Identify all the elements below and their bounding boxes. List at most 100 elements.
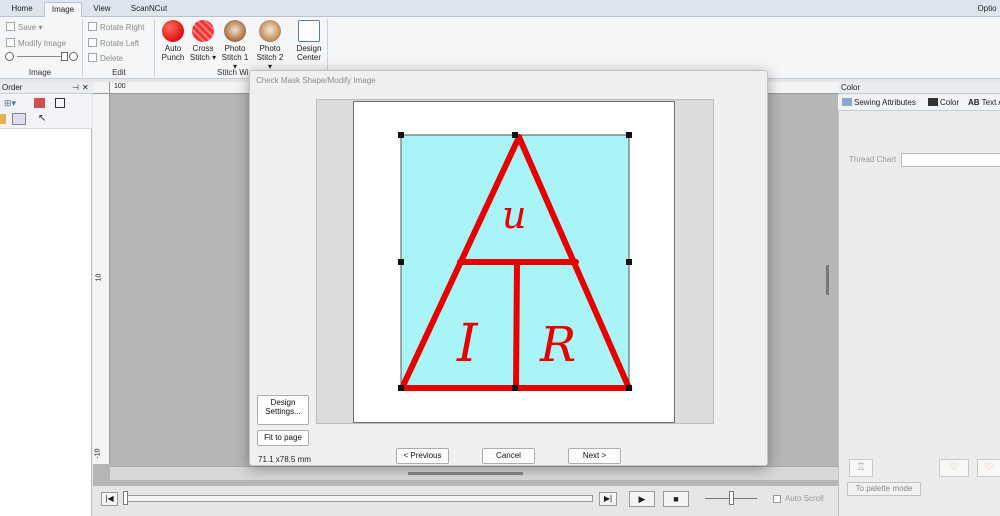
color-tab-icon: [928, 98, 938, 106]
dog-photo-icon: [224, 20, 246, 42]
close-icon[interactable]: ✕: [82, 82, 89, 94]
color-panel-title: Color: [841, 83, 861, 92]
rotate-right-button[interactable]: Rotate Right: [88, 22, 144, 32]
horizontal-scrollbar[interactable]: [110, 466, 838, 480]
to-palette-mode-button[interactable]: To palette mode: [847, 482, 921, 496]
resize-handle-s[interactable]: [512, 385, 518, 391]
cross-stitch-line2: Stitch: [189, 53, 210, 62]
check-mask-shape-dialog: Check Mask Shape/Modify Image u I R Desi…: [249, 70, 768, 466]
tab-color[interactable]: Color: [928, 98, 959, 107]
edit-group-label: Edit: [112, 68, 126, 77]
rotate-left-label: Rotate Left: [100, 39, 140, 48]
auto-punch-line1: Auto: [164, 44, 182, 53]
save-label: Save: [18, 23, 37, 32]
frame-icon[interactable]: [55, 98, 65, 108]
zoom-slider[interactable]: [5, 52, 79, 62]
letter-u: u: [502, 193, 526, 237]
resize-handle-w[interactable]: [398, 259, 404, 265]
design-settings-button[interactable]: Design Settings...: [257, 395, 309, 425]
design-center-button[interactable]: Design Center: [293, 20, 325, 62]
order-panel: [0, 82, 92, 516]
speed-slider-thumb[interactable]: [729, 491, 734, 505]
play-icon[interactable]: ▶: [629, 491, 655, 507]
resize-handle-ne[interactable]: [626, 132, 632, 138]
auto-scroll-label: Auto Scroll: [785, 494, 824, 503]
photo-stitch-1-line1: Photo: [224, 44, 246, 53]
zoom-thumb[interactable]: [61, 52, 68, 61]
save-icon: [6, 22, 15, 31]
tab-image[interactable]: Image: [44, 2, 82, 17]
design-center-icon: [298, 20, 320, 42]
tab-options[interactable]: Optio: [974, 2, 1000, 17]
tab-home[interactable]: Home: [4, 2, 40, 17]
go-to-end-icon[interactable]: ▶|: [599, 492, 617, 506]
apple-icon: [162, 20, 184, 42]
modify-image-icon: [6, 38, 15, 47]
thread-chart-select[interactable]: [901, 153, 1000, 167]
folder-icon[interactable]: [0, 114, 6, 124]
photo-stitch-1-line2: Stitch 1: [221, 53, 249, 62]
pointer-icon[interactable]: ↖: [38, 113, 46, 124]
resize-handle-nw[interactable]: [398, 132, 404, 138]
zoom-track: [17, 56, 63, 57]
ruler-label: -10: [94, 448, 102, 459]
color-panel: Thread Chart ♖ ♡ ♡ To palette mode: [838, 82, 1000, 516]
go-to-start-icon[interactable]: |◀: [101, 492, 118, 506]
tab-sewing-attributes[interactable]: Sewing Attributes: [842, 98, 916, 107]
auto-punch-line2: Punch: [161, 53, 185, 62]
tab-view[interactable]: View: [86, 2, 118, 17]
previous-button[interactable]: < Previous: [396, 448, 449, 464]
next-button[interactable]: Next >: [568, 448, 621, 464]
color-panel-tabs: Sewing Attributes Color AB Text A: [838, 95, 1000, 111]
heart-icon[interactable]: ♡: [977, 459, 1000, 477]
save-button[interactable]: Save ▾: [6, 22, 42, 32]
resize-handle-e[interactable]: [626, 259, 632, 265]
cross-stitch-line1: Cross: [192, 44, 214, 53]
sewing-attributes-icon: [842, 98, 852, 106]
stop-icon[interactable]: ■: [663, 491, 689, 507]
tab-text-attributes[interactable]: AB Text A: [968, 98, 1000, 107]
mask-image: u I R: [398, 132, 632, 391]
dog-photo-2-icon: [259, 20, 281, 42]
color-order-icon[interactable]: [34, 98, 45, 108]
cross-stitch-apple-icon: [192, 20, 214, 42]
group-icon[interactable]: ⊞▾: [4, 98, 16, 109]
ruler-label: 10: [95, 273, 103, 282]
select-icon[interactable]: [12, 113, 26, 125]
resize-handle-se[interactable]: [626, 385, 632, 391]
tab-scanncut[interactable]: ScanNCut: [124, 2, 174, 17]
tab-color-label: Color: [940, 98, 960, 107]
cancel-button[interactable]: Cancel: [482, 448, 535, 464]
horizontal-scrollbar-thumb[interactable]: [408, 472, 523, 475]
rotate-right-icon: [88, 22, 97, 31]
auto-punch-button[interactable]: Auto Punch: [157, 20, 189, 62]
resize-handle-n[interactable]: [512, 132, 518, 138]
design-settings-line2: Settings...: [265, 407, 301, 416]
photo-stitch-2-button[interactable]: Photo Stitch 2 ▾: [254, 20, 286, 71]
zoom-out-icon[interactable]: [5, 52, 14, 61]
delete-button[interactable]: Delete: [88, 53, 123, 63]
modify-image-button[interactable]: Modify Image: [6, 38, 66, 48]
fit-to-page-button[interactable]: Fit to page: [257, 430, 309, 446]
text-ab-icon: AB: [968, 98, 980, 107]
trash-icon: [88, 53, 97, 62]
rotate-left-icon: [88, 38, 97, 47]
vertical-scrollbar-thumb[interactable]: [826, 265, 829, 295]
color-panel-header: Color: [838, 82, 1000, 94]
vertical-ruler: 10 -10: [93, 94, 110, 464]
cross-stitch-button[interactable]: Cross Stitch ▾: [187, 20, 219, 62]
photo-stitch-1-button[interactable]: Photo Stitch 1 ▾: [219, 20, 251, 71]
spool-icon[interactable]: ♖: [849, 459, 873, 477]
photo-stitch-2-line2: Stitch 2: [256, 53, 284, 62]
auto-scroll-checkbox[interactable]: [773, 495, 781, 503]
ribbon-separator: [327, 19, 328, 77]
zoom-in-icon[interactable]: [69, 52, 78, 61]
resize-handle-sw[interactable]: [398, 385, 404, 391]
stitch-progress-slider[interactable]: [123, 495, 593, 502]
pin-icon[interactable]: ⊣: [72, 82, 79, 94]
heart-pencil-icon[interactable]: ♡: [939, 459, 969, 477]
stitch-progress-thumb[interactable]: [123, 491, 128, 505]
image-preview: u I R: [353, 101, 675, 423]
rotate-left-button[interactable]: Rotate Left: [88, 38, 139, 48]
image-group-label: Image: [28, 68, 52, 77]
